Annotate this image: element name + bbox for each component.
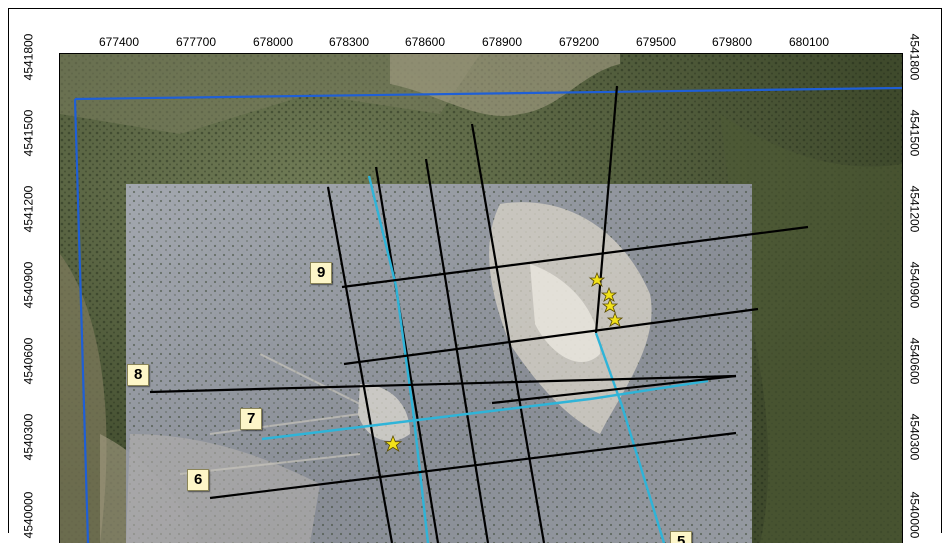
northing-tick-left: 4540600 — [21, 337, 36, 385]
map-frame: 677400 677700 678000 678300 678600 67890… — [8, 8, 942, 543]
line-label-8: 8 — [127, 364, 150, 386]
easting-tick: 678600 — [404, 35, 446, 49]
northing-tick-right: 4540000 — [907, 491, 922, 539]
easting-tick: 678900 — [481, 35, 523, 49]
easting-tick: 679500 — [635, 35, 677, 49]
northing-tick-right: 4541500 — [907, 109, 922, 157]
line-label-7: 7 — [240, 408, 263, 430]
easting-tick: 678300 — [328, 35, 370, 49]
easting-tick: 679200 — [558, 35, 600, 49]
northing-tick-left: 4541200 — [21, 185, 36, 233]
northing-tick-left: 4541500 — [21, 109, 36, 157]
easting-tick: 678000 — [252, 35, 294, 49]
easting-tick: 679800 — [711, 35, 753, 49]
northing-tick-right: 4540900 — [907, 261, 922, 309]
northing-tick-right: 4540300 — [907, 413, 922, 461]
aerial-map: 9 8 7 6 5 — [59, 53, 903, 543]
northing-tick-left: 4540900 — [21, 261, 36, 309]
northing-tick-right: 4540600 — [907, 337, 922, 385]
northing-tick-left: 4540300 — [21, 413, 36, 461]
northing-tick-left: 4541800 — [21, 33, 36, 81]
line-label-9: 9 — [310, 262, 333, 284]
line-label-6: 6 — [187, 469, 210, 491]
northing-tick-left: 4540000 — [21, 491, 36, 539]
northing-tick-right: 4541800 — [907, 33, 922, 81]
easting-tick: 677400 — [98, 35, 140, 49]
easting-tick: 677700 — [175, 35, 217, 49]
easting-tick: 680100 — [788, 35, 830, 49]
northing-tick-right: 4541200 — [907, 185, 922, 233]
